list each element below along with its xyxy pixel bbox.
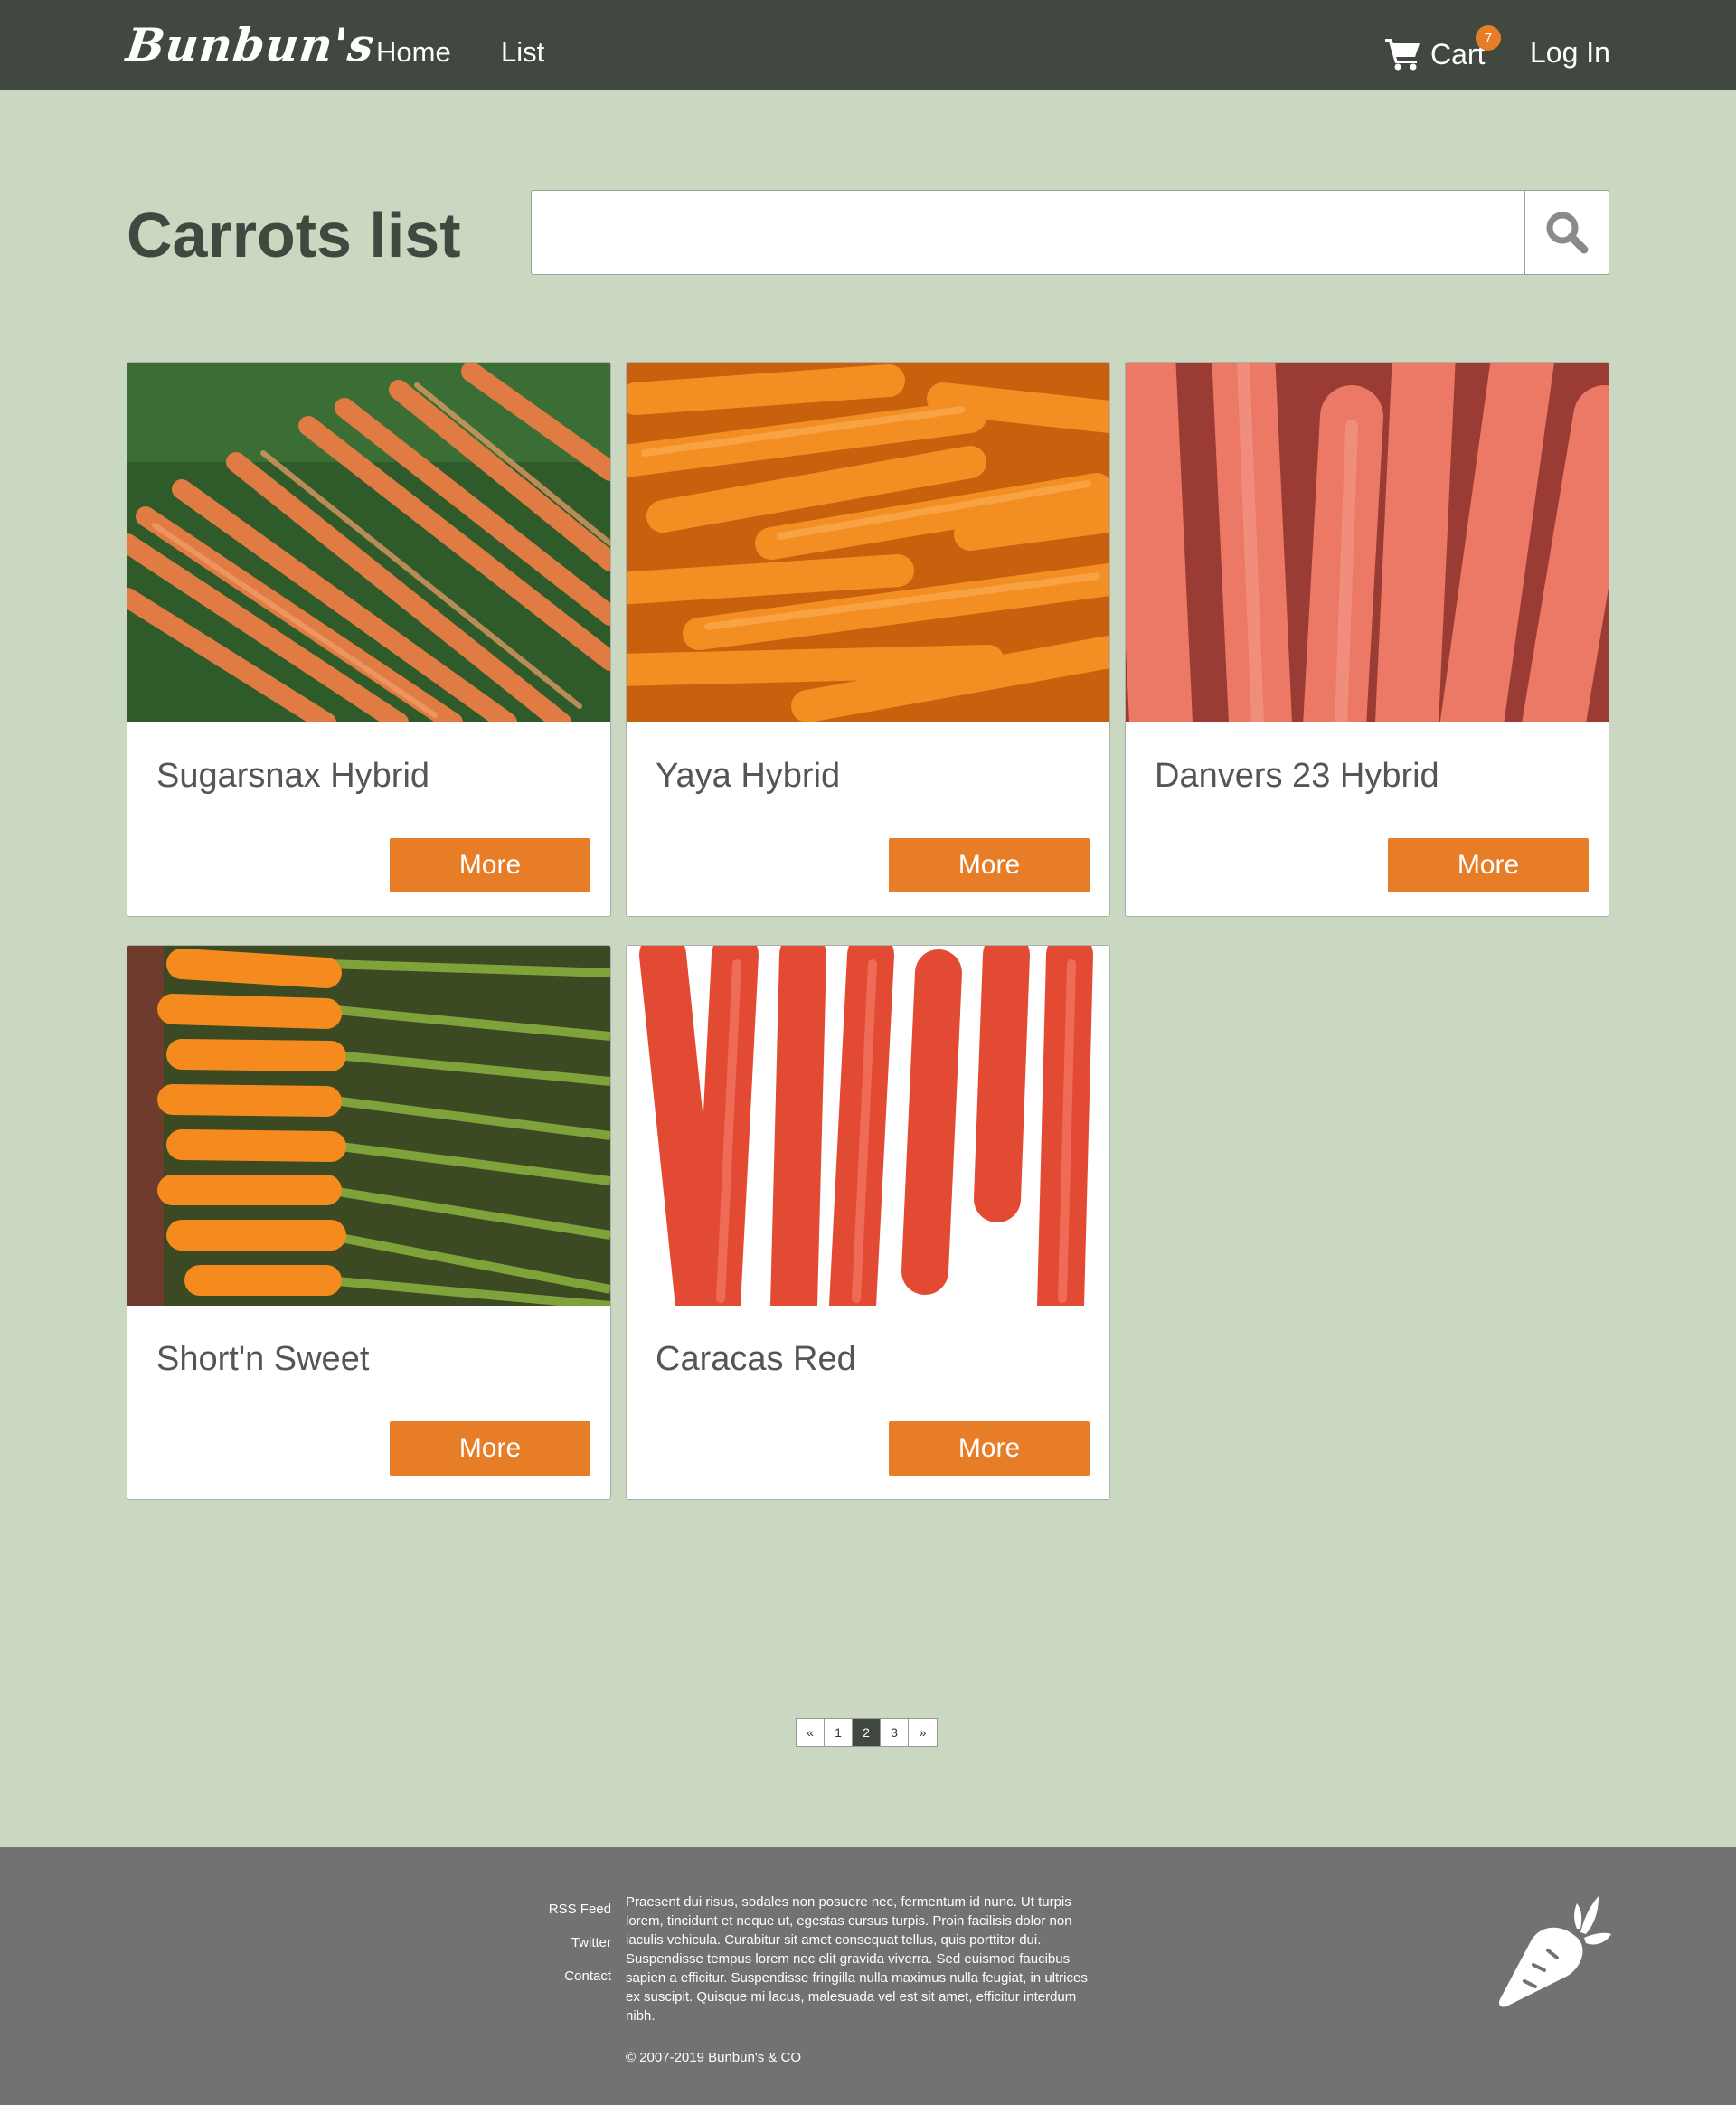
page-prev-button[interactable]: « [797, 1719, 825, 1746]
product-image[interactable] [127, 946, 610, 1306]
product-name: Danvers 23 Hybrid [1155, 757, 1439, 795]
carrot-logo-icon [1498, 1896, 1611, 2007]
footer-link-contact[interactable]: Contact [506, 1959, 611, 1993]
more-button[interactable]: More [1388, 838, 1589, 892]
product-name: Caracas Red [656, 1340, 856, 1378]
product-image[interactable] [127, 363, 610, 722]
more-button[interactable]: More [889, 838, 1090, 892]
cart-count-badge: 7 [1476, 25, 1501, 51]
product-image[interactable] [1126, 363, 1609, 722]
cart-link[interactable]: Cart 7 [1385, 25, 1501, 74]
product-name: Short'n Sweet [156, 1340, 370, 1378]
footer-description: Praesent dui risus, sodales non posuere … [626, 1894, 1088, 2024]
pagination: « 1 2 3 » [796, 1718, 938, 1747]
search-input[interactable] [532, 191, 1524, 274]
page-next-button[interactable]: » [909, 1719, 937, 1746]
product-card: Sugarsnax Hybrid More [127, 362, 611, 917]
login-link[interactable]: Log In [1530, 36, 1610, 70]
page-2-button[interactable]: 2 [853, 1719, 881, 1746]
search-bar [531, 190, 1609, 275]
navbar: Bunbun's Home List Cart 7 Log In [0, 0, 1736, 90]
footer-link-rss[interactable]: RSS Feed [506, 1893, 611, 1926]
product-name: Yaya Hybrid [656, 757, 841, 795]
nav-home-link[interactable]: Home [376, 36, 451, 69]
brand-logo[interactable]: Bunbun's [124, 18, 377, 71]
page-3-button[interactable]: 3 [881, 1719, 909, 1746]
more-button[interactable]: More [889, 1421, 1090, 1476]
product-card: Danvers 23 Hybrid More [1125, 362, 1609, 917]
product-card: Short'n Sweet More [127, 945, 611, 1500]
product-card: Caracas Red More [626, 945, 1110, 1500]
more-button[interactable]: More [390, 838, 590, 892]
product-image[interactable] [627, 363, 1109, 722]
footer-copyright-link[interactable]: © 2007-2019 Bunbun's & CO [626, 2050, 801, 2065]
footer-link-twitter[interactable]: Twitter [506, 1926, 611, 1959]
nav-list-link[interactable]: List [501, 36, 544, 69]
product-card: Yaya Hybrid More [626, 362, 1110, 917]
page-1-button[interactable]: 1 [825, 1719, 853, 1746]
shopping-cart-icon [1385, 39, 1420, 71]
product-name: Sugarsnax Hybrid [156, 757, 430, 795]
product-image[interactable] [627, 946, 1109, 1306]
footer-links: RSS Feed Twitter Contact [506, 1893, 611, 1993]
page-title: Carrots list [127, 200, 461, 270]
search-icon [1546, 212, 1589, 254]
more-button[interactable]: More [390, 1421, 590, 1476]
footer: RSS Feed Twitter Contact Praesent dui ri… [0, 1847, 1736, 2105]
search-button[interactable] [1524, 191, 1609, 274]
